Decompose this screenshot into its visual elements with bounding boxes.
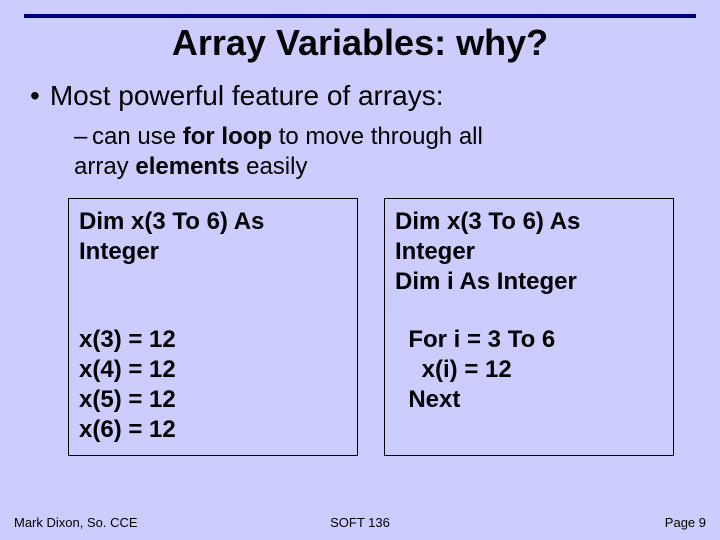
code-line: x(6) = 12 bbox=[79, 415, 347, 445]
slide-body: • Most powerful feature of arrays: –can … bbox=[24, 80, 696, 456]
slide-footer: Mark Dixon, So. CCE SOFT 136 Page 9 bbox=[14, 515, 706, 530]
bullet-level-1: • Most powerful feature of arrays: bbox=[24, 80, 696, 112]
code-line: x(4) = 12 bbox=[79, 355, 347, 385]
bullet-text: Most powerful feature of arrays: bbox=[50, 80, 444, 112]
code-line: x(5) = 12 bbox=[79, 385, 347, 415]
code-boxes-row: Dim x(3 To 6) As Integer x(3) = 12 x(4) … bbox=[68, 198, 696, 456]
footer-center: SOFT 136 bbox=[330, 515, 390, 530]
code-line: Dim i As Integer bbox=[395, 267, 663, 297]
code-gap bbox=[395, 297, 663, 325]
bullet-level-2: –can use for loop to move through all ar… bbox=[74, 122, 696, 182]
code-line: Dim x(3 To 6) As bbox=[395, 207, 663, 237]
code-box-right: Dim x(3 To 6) As Integer Dim i As Intege… bbox=[384, 198, 674, 456]
footer-left: Mark Dixon, So. CCE bbox=[14, 515, 138, 530]
bullet-dot-icon: • bbox=[30, 80, 40, 112]
code-line: x(i) = 12 bbox=[395, 355, 663, 385]
sub-bold-forloop: for loop bbox=[183, 123, 272, 150]
code-line: For i = 3 To 6 bbox=[395, 325, 663, 355]
sub-post: easily bbox=[239, 153, 307, 180]
code-line: Dim x(3 To 6) As bbox=[79, 207, 347, 237]
sub-pre: can use bbox=[92, 123, 183, 150]
footer-right: Page 9 bbox=[665, 515, 706, 530]
title-rule bbox=[24, 14, 696, 18]
slide-title: Array Variables: why? bbox=[0, 22, 720, 64]
code-line: x(3) = 12 bbox=[79, 325, 347, 355]
sub-bold-elements: elements bbox=[135, 153, 239, 180]
code-line: Integer bbox=[79, 237, 347, 267]
code-line: Integer bbox=[395, 237, 663, 267]
code-line: Next bbox=[395, 385, 663, 415]
code-gap bbox=[79, 267, 347, 325]
bullet-dash-icon: – bbox=[74, 122, 92, 152]
code-box-left: Dim x(3 To 6) As Integer x(3) = 12 x(4) … bbox=[68, 198, 358, 456]
